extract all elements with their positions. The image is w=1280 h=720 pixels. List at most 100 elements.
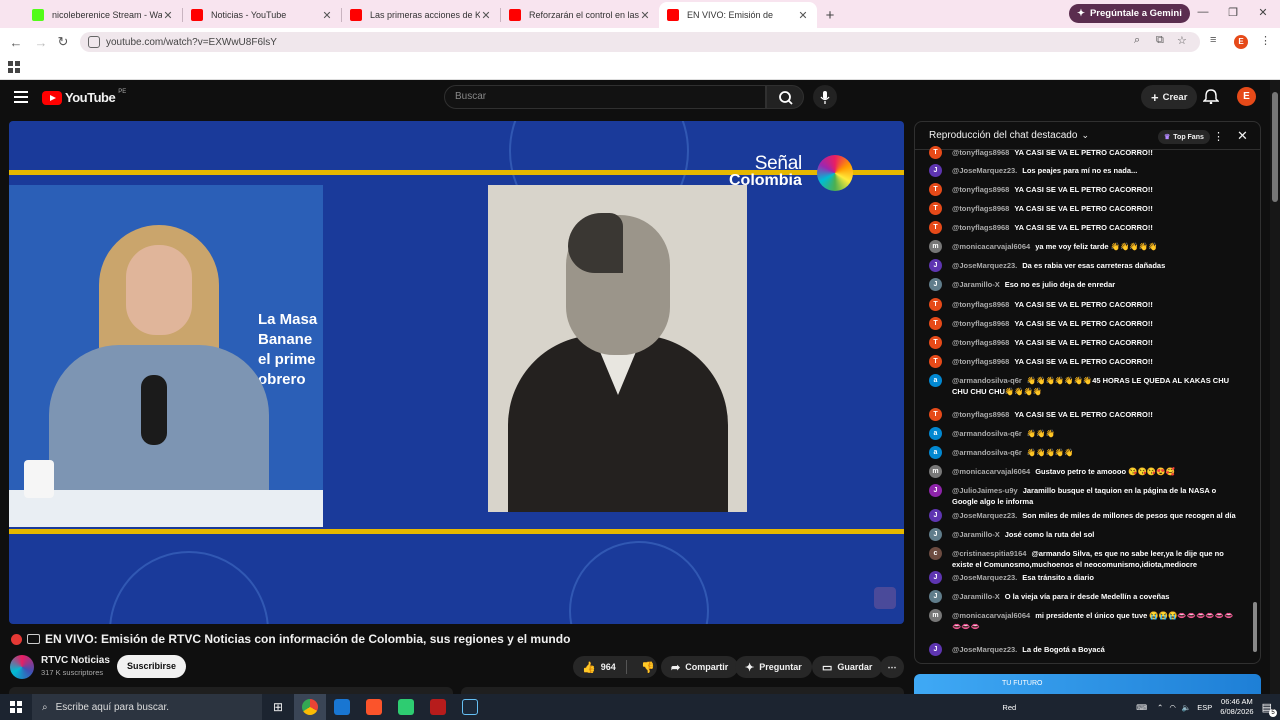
chat-message[interactable]: J @Jaramillo-X José como la ruta del sol bbox=[929, 528, 1239, 541]
maximize-icon[interactable]: ❐ bbox=[1218, 6, 1248, 19]
chat-author-avatar[interactable]: c bbox=[929, 547, 942, 560]
like-button[interactable]: 👍 964 bbox=[573, 661, 621, 674]
chat-author-name[interactable]: @armandosilva-q6r bbox=[952, 448, 1022, 457]
top-fans-button[interactable]: ♛ Top Fans bbox=[1158, 130, 1210, 144]
chat-author-name[interactable]: @armandosilva-q6r bbox=[952, 429, 1022, 438]
chat-message[interactable]: m @monicacarvajal6064 ya me voy feliz tard… bbox=[929, 240, 1239, 253]
chat-more-icon[interactable]: ⋮ bbox=[1213, 130, 1224, 143]
bookmark-star-icon[interactable]: ☆ bbox=[1177, 34, 1187, 47]
chat-author-avatar[interactable]: T bbox=[929, 408, 942, 421]
close-chat-icon[interactable]: ✕ bbox=[1237, 128, 1248, 144]
ask-button[interactable]: ✦ Preguntar bbox=[735, 656, 812, 678]
chat-author-name[interactable]: @JoseMarquez23. bbox=[952, 261, 1017, 270]
chat-author-name[interactable]: @tonyflags8968 bbox=[952, 223, 1009, 232]
chat-author-avatar[interactable]: J bbox=[929, 259, 942, 272]
window-close-icon[interactable]: ✕ bbox=[1248, 6, 1278, 19]
chat-author-avatar[interactable]: T bbox=[929, 146, 942, 159]
browser-tab[interactable]: nicoleberenice Stream - Watch✕ bbox=[24, 2, 182, 28]
chat-author-name[interactable]: @JoseMarquez23. bbox=[952, 645, 1017, 654]
chat-author-name[interactable]: @armandosilva-q6r bbox=[952, 376, 1022, 385]
notifications-bell-icon[interactable] bbox=[1203, 88, 1219, 104]
apps-grid-icon[interactable] bbox=[8, 61, 20, 73]
share-button[interactable]: ➦ Compartir bbox=[661, 656, 739, 678]
chat-author-name[interactable]: @tonyflags8968 bbox=[952, 148, 1009, 157]
channel-watermark-icon[interactable] bbox=[874, 587, 896, 609]
chat-author-avatar[interactable]: m bbox=[929, 609, 942, 622]
chat-author-name[interactable]: @cristinaespitia9164 bbox=[952, 549, 1026, 558]
menu-icon[interactable] bbox=[14, 91, 28, 106]
app-icon-red[interactable] bbox=[422, 694, 454, 720]
search-input[interactable]: Buscar bbox=[444, 85, 766, 109]
task-view-icon[interactable]: ⊞ bbox=[262, 694, 294, 720]
chat-message[interactable]: T @tonyflags8968 YA CASI SE VA EL PETRO CA… bbox=[929, 408, 1239, 421]
chat-message[interactable]: J @Jaramillo-X Eso no es julio deja de enr… bbox=[929, 278, 1239, 291]
notification-center-icon[interactable]: ▤ 5 bbox=[1262, 701, 1277, 717]
chat-author-avatar[interactable]: J bbox=[929, 590, 942, 603]
chat-message[interactable]: T @tonyflags8968 YA CASI SE VA EL PETRO CA… bbox=[929, 221, 1239, 234]
chat-author-avatar[interactable]: J bbox=[929, 164, 942, 177]
chat-author-avatar[interactable]: J bbox=[929, 571, 942, 584]
chat-author-avatar[interactable]: J bbox=[929, 528, 942, 541]
channel-name[interactable]: RTVC Noticias bbox=[41, 655, 110, 666]
chat-message[interactable]: J @JoseMarquez23. Esa tránsito a diario bbox=[929, 571, 1239, 584]
new-tab-button[interactable]: + bbox=[817, 2, 843, 28]
taskbar-search-input[interactable]: ⌕ Escribe aquí para buscar. bbox=[32, 694, 262, 720]
tab-close-icon[interactable]: ✕ bbox=[321, 9, 333, 22]
chat-author-avatar[interactable]: T bbox=[929, 183, 942, 196]
speaker-icon[interactable]: 🔈 bbox=[1182, 703, 1191, 712]
chat-author-name[interactable]: @Jaramillo-X bbox=[952, 592, 1000, 601]
chat-author-avatar[interactable]: J bbox=[929, 643, 942, 656]
back-icon[interactable]: ← bbox=[4, 35, 28, 50]
chat-message[interactable]: a @armandosilva-q6r 👋👋👋👋👋 bbox=[929, 446, 1239, 459]
browser-tab[interactable]: Noticias - YouTube ✕ bbox=[183, 2, 341, 28]
save-button[interactable]: ▭ Guardar bbox=[812, 656, 883, 678]
chat-message[interactable]: J @JoseMarquez23. Los peajes para mí no es… bbox=[929, 164, 1239, 177]
more-actions-button[interactable]: ⋯ bbox=[880, 656, 904, 678]
chat-message[interactable]: J @JoseMarquez23. Da es rabia ver esas car… bbox=[929, 259, 1239, 272]
youtube-logo[interactable]: YouTube PE bbox=[42, 89, 126, 105]
chat-message[interactable]: m @monicacarvajal6064 mi presidente el úni… bbox=[929, 609, 1239, 632]
chat-message[interactable]: a @armandosilva-q6r 👋👋👋 bbox=[929, 427, 1239, 440]
chat-author-avatar[interactable]: a bbox=[929, 374, 942, 387]
chat-message[interactable]: T @tonyflags8968 YA CASI SE VA EL PETRO CA… bbox=[929, 298, 1239, 311]
chat-message[interactable]: T @tonyflags8968 YA CASI SE VA EL PETRO CA… bbox=[929, 317, 1239, 330]
chat-author-name[interactable]: @Jaramillo-X bbox=[952, 530, 1000, 539]
chat-author-name[interactable]: @monicacarvajal6064 bbox=[952, 242, 1030, 251]
chat-message[interactable]: T @tonyflags8968 YA CASI SE VA EL PETRO CA… bbox=[929, 146, 1239, 159]
chat-author-name[interactable]: @tonyflags8968 bbox=[952, 338, 1009, 347]
thumbs-down-icon[interactable]: 👎 bbox=[632, 661, 655, 674]
chat-message[interactable]: J @JoseMarquez23. La de Bogotá a Boyacá bbox=[929, 643, 1239, 656]
browser-tab[interactable]: Reforzarán el control en las fro✕ bbox=[501, 2, 659, 28]
search-button[interactable] bbox=[766, 85, 804, 109]
chat-message[interactable]: J @JulioJaimes-u9y Jaramillo busque el taq… bbox=[929, 484, 1239, 507]
app-icon-green[interactable] bbox=[390, 694, 422, 720]
chat-author-name[interactable]: @JoseMarquez23. bbox=[952, 573, 1017, 582]
chat-author-name[interactable]: @Jaramillo-X bbox=[952, 280, 1000, 289]
browser-tab[interactable]: EN VIVO: Emisión de ✕ bbox=[659, 2, 817, 28]
chat-author-name[interactable]: @tonyflags8968 bbox=[952, 185, 1009, 194]
chat-author-name[interactable]: @monicacarvajal6064 bbox=[952, 467, 1030, 476]
chat-author-avatar[interactable]: T bbox=[929, 336, 942, 349]
chat-author-name[interactable]: @tonyflags8968 bbox=[952, 410, 1009, 419]
tab-close-icon[interactable]: ✕ bbox=[480, 9, 492, 22]
install-app-icon[interactable]: ⧉ bbox=[1156, 34, 1164, 47]
chat-author-avatar[interactable]: J bbox=[929, 509, 942, 522]
gemini-button[interactable]: ✦ Pregúntale a Gemini bbox=[1069, 4, 1190, 23]
chat-message[interactable]: J @JoseMarquez23. Son miles de miles de mi… bbox=[929, 509, 1239, 522]
chevron-up-icon[interactable]: ⌃ bbox=[1157, 703, 1163, 712]
wifi-icon[interactable]: ◠ bbox=[1169, 703, 1176, 712]
browser-menu-icon[interactable]: ⋮ bbox=[1260, 34, 1271, 47]
chat-author-avatar[interactable]: m bbox=[929, 465, 942, 478]
chat-author-avatar[interactable]: T bbox=[929, 355, 942, 368]
forward-icon[interactable]: → bbox=[29, 35, 53, 50]
chat-author-name[interactable]: @JoseMarquez23. bbox=[952, 166, 1017, 175]
chat-author-name[interactable]: @tonyflags8968 bbox=[952, 300, 1009, 309]
tab-close-icon[interactable]: ✕ bbox=[797, 9, 809, 22]
chat-author-name[interactable]: @JoseMarquez23. bbox=[952, 511, 1017, 520]
chat-author-name[interactable]: @monicacarvajal6064 bbox=[952, 611, 1030, 620]
profile-avatar[interactable]: E bbox=[1234, 35, 1248, 49]
voice-search-button[interactable] bbox=[813, 85, 837, 109]
chat-author-avatar[interactable]: T bbox=[929, 298, 942, 311]
browser-tab[interactable]: Las primeras acciones de Keiko✕ bbox=[342, 2, 500, 28]
chat-message[interactable]: T @tonyflags8968 YA CASI SE VA EL PETRO CA… bbox=[929, 183, 1239, 196]
